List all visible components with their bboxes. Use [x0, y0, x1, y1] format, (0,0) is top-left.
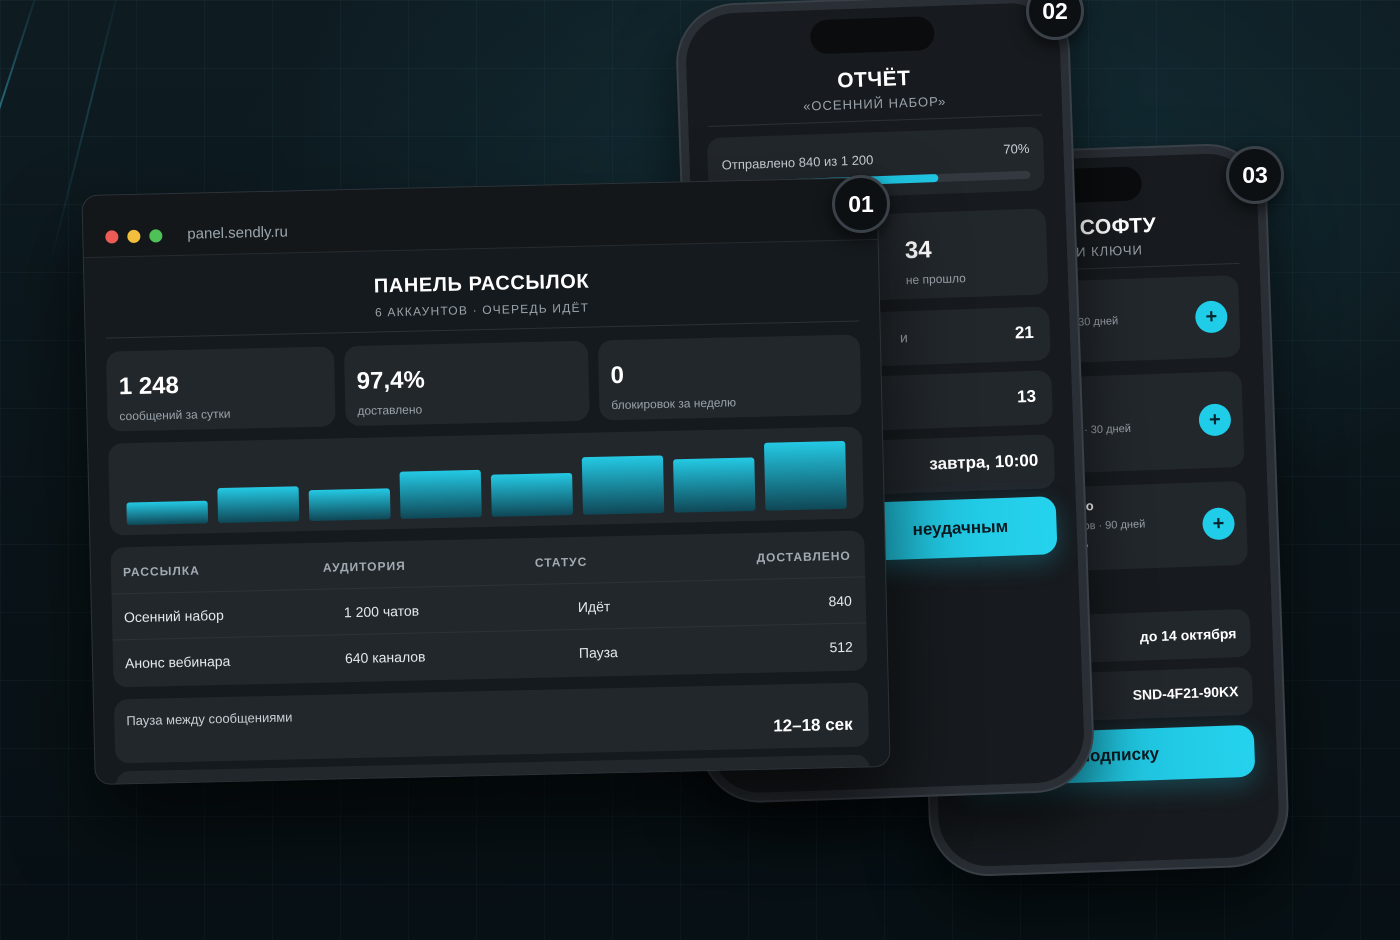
minimize-dot[interactable] [127, 229, 141, 244]
close-dot[interactable] [105, 230, 119, 244]
add-plan-button[interactable]: + [1198, 403, 1232, 437]
stat-card-messages: 1 248 сообщений за сутки [105, 346, 336, 432]
license-key: SND-4F21-90KX [1132, 683, 1239, 703]
next-send-value: завтра, 10:00 [928, 450, 1039, 474]
campaigns-table: РАССЫЛКА АУДИТОРИЯ СТАТУС ДОСТАВЛЕНО Осе… [110, 530, 868, 688]
stat-label: доставлено [357, 402, 423, 418]
pause-setting[interactable]: Пауза между сообщениями 12–18 сек [113, 682, 870, 764]
stat-card-delivered: 97,4% доставлено [343, 340, 590, 427]
status: Идёт [577, 598, 611, 615]
campaign-name: Осенний набор [123, 606, 224, 626]
bar-chart [126, 441, 847, 526]
stat-label: сообщений за сутки [119, 406, 231, 424]
campaign-name: Анонс вебинара [124, 652, 231, 672]
stat-value: 97,4% [356, 366, 426, 395]
chart-bar-2 [217, 486, 300, 524]
status: Пауза [578, 644, 619, 661]
column-header: РАССЫЛКА [122, 563, 200, 580]
browser-window: panel.sendly.ru ПАНЕЛЬ РАССЫЛОК 6 АККАУН… [81, 177, 891, 785]
audience: 640 каналов [344, 648, 426, 667]
column-header: АУДИТОРИЯ [322, 558, 406, 575]
stat-card-blocks: 0 блокировок за неделю [597, 334, 862, 421]
delivered: 512 [829, 638, 854, 656]
progress-percent: 70% [1003, 140, 1030, 157]
step-badge-01: 01 [832, 175, 890, 233]
column-header: ДОСТАВЛЕНО [756, 548, 851, 565]
step-badge-03: 03 [1226, 146, 1284, 204]
chart-bar-4 [399, 469, 482, 519]
chart-bar-8 [764, 441, 847, 511]
add-plan-button[interactable]: + [1194, 300, 1228, 334]
expiry-value: до 14 октября [1139, 625, 1237, 645]
failed-label: не прошло [905, 271, 967, 288]
phone-notch [809, 16, 935, 55]
progress-label: Отправлено 840 из 1 200 [721, 152, 874, 173]
chart-bar-5 [490, 472, 573, 517]
pause-value: 12–18 сек [772, 714, 853, 736]
pause-label: Пауза между сообщениями [126, 709, 293, 729]
add-plan-button[interactable]: + [1202, 507, 1236, 541]
phone3-subtitle: Ы И КЛЮЧИ [1058, 242, 1144, 261]
chart-bar-3 [308, 488, 391, 521]
stat-value: 1 248 [118, 371, 180, 401]
stat-label: блокировок за неделю [611, 395, 737, 413]
address-bar[interactable]: panel.sendly.ru [187, 223, 288, 242]
chart-bar-7 [673, 457, 756, 513]
chart-bar-1 [126, 500, 209, 526]
maximize-dot[interactable] [149, 229, 163, 243]
audience: 1 200 чатов [343, 602, 420, 621]
stat-value: 0 [610, 361, 625, 390]
delivered: 840 [828, 592, 852, 610]
failed-value: 34 [904, 236, 933, 265]
column-header: СТАТУС [534, 554, 588, 570]
activity-chart [108, 426, 864, 536]
chart-bar-6 [581, 455, 665, 515]
